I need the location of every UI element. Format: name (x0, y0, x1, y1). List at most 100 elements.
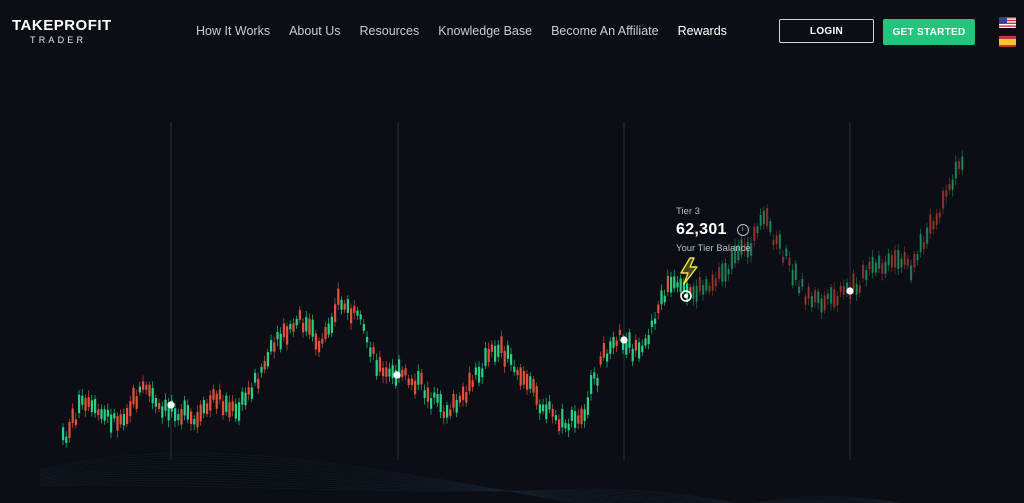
candle-body (798, 286, 801, 294)
candle-body (686, 283, 689, 302)
candle-body (417, 371, 420, 385)
candle-body (567, 423, 570, 431)
candle-body (753, 226, 756, 241)
candle-body (324, 327, 327, 340)
candle-body (209, 395, 212, 411)
candle-body (695, 285, 698, 302)
nav-resources[interactable]: Resources (360, 24, 420, 38)
candle-body (474, 367, 477, 375)
candle-body (446, 405, 449, 418)
wave-line (39, 480, 900, 503)
candle-body (449, 409, 452, 417)
es-flag-icon[interactable] (999, 35, 1016, 47)
candle-body (423, 390, 426, 398)
candle-body (97, 409, 100, 416)
candle-body (954, 161, 957, 179)
candle-body (103, 409, 106, 421)
candle-body (718, 267, 721, 280)
candle-body (929, 214, 932, 234)
candle-body (250, 387, 253, 399)
nav-become-an-affiliate[interactable]: Become An Affiliate (551, 24, 658, 38)
candle-body (68, 422, 71, 439)
candle-body (241, 391, 244, 405)
candle-body (346, 299, 349, 313)
candle-body (129, 401, 132, 417)
candle-body (727, 269, 730, 275)
candle-body (494, 345, 497, 362)
candle-body (782, 256, 785, 263)
candle-body (692, 286, 695, 299)
candle-body (378, 357, 381, 372)
candle-body (606, 353, 609, 362)
candle-body (190, 411, 193, 424)
nav-knowledge-base[interactable]: Knowledge Base (438, 24, 532, 38)
candle-body (778, 234, 781, 249)
candle-body (218, 389, 221, 400)
candle-body (951, 179, 954, 190)
candle-body (366, 336, 369, 343)
candle-body (228, 402, 231, 418)
candle-body (270, 340, 273, 352)
candle-body (314, 333, 317, 350)
candle-body (545, 404, 548, 419)
candle-body (532, 379, 535, 393)
candle-body (820, 298, 823, 313)
candle-body (222, 401, 225, 416)
candle-body (711, 274, 714, 291)
nav-about-us[interactable]: About Us (289, 24, 340, 38)
candle-body (81, 395, 84, 405)
candle-body (254, 372, 257, 383)
login-button[interactable]: LOGIN (779, 19, 874, 43)
info-icon[interactable]: i (736, 224, 749, 236)
candle-body (71, 408, 74, 424)
candle-body (801, 279, 804, 287)
candle-body (935, 213, 938, 225)
candle-body (913, 254, 916, 268)
candle-body (311, 319, 314, 337)
candle-body (529, 376, 532, 389)
candle-body (279, 333, 282, 350)
nav-how-it-works[interactable]: How It Works (196, 24, 270, 38)
candle-body (631, 348, 634, 362)
candle-body (215, 393, 218, 409)
candle-body (897, 250, 900, 269)
candle-body (826, 293, 829, 299)
candle-body (609, 341, 612, 354)
nav-rewards[interactable]: Rewards (678, 24, 727, 38)
candle-body (442, 411, 445, 419)
candle-body (644, 338, 647, 346)
candle-body (618, 329, 621, 335)
candle-body (769, 221, 772, 233)
candle-body (225, 395, 228, 412)
candle-body (823, 295, 826, 311)
candle-body (519, 367, 522, 386)
candle-body (439, 394, 442, 412)
logo[interactable]: TAKEPROFIT TRADER (12, 18, 112, 45)
us-flag-icon[interactable] (999, 16, 1016, 28)
candle-body (62, 427, 65, 441)
candle-body (433, 392, 436, 398)
candle-body (106, 409, 109, 417)
main-nav: How It Works About Us Resources Knowledg… (196, 24, 746, 38)
logo-wordmark: TAKEPROFIT (12, 17, 112, 34)
candle-body (830, 287, 833, 304)
candle-body (337, 288, 340, 305)
candle-body (110, 414, 113, 433)
candle-body (145, 384, 148, 390)
candle-body (868, 261, 871, 270)
candle-body (148, 384, 151, 397)
get-started-button[interactable]: GET STARTED (883, 19, 975, 45)
candle-body (673, 276, 676, 289)
candle-body (183, 400, 186, 416)
candle-body (452, 393, 455, 408)
candle-body (158, 403, 161, 409)
candle-body (958, 161, 961, 169)
candle-body (574, 411, 577, 428)
candle-body (238, 402, 241, 421)
candle-body (650, 320, 653, 327)
tier-label: Tier 3 (676, 206, 700, 217)
candle-body (948, 184, 951, 190)
candle-body (193, 418, 196, 425)
candle-body (404, 368, 407, 376)
candle-body (602, 342, 605, 358)
